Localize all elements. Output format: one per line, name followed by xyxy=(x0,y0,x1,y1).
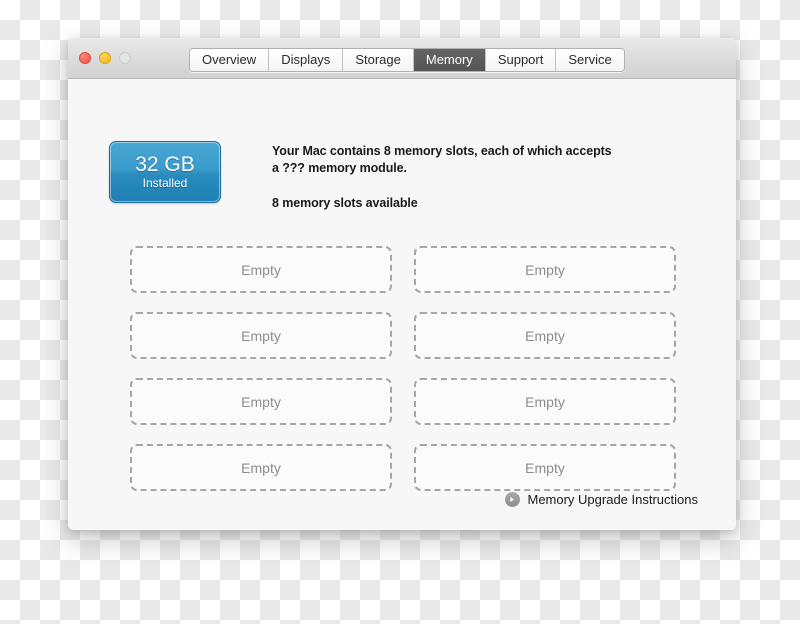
memory-slot-label: Empty xyxy=(525,393,565,410)
tab-memory[interactable]: Memory xyxy=(412,49,485,71)
zoom-button xyxy=(119,52,131,64)
tab-displays[interactable]: Displays xyxy=(268,49,343,71)
memory-slot[interactable]: Empty xyxy=(414,444,676,491)
tab-service[interactable]: Service xyxy=(555,49,624,71)
tab-overview[interactable]: Overview xyxy=(190,49,269,71)
memory-slot[interactable]: Empty xyxy=(130,444,392,491)
memory-description-line1: Your Mac contains 8 memory slots, each o… xyxy=(272,144,612,158)
close-button[interactable] xyxy=(79,52,91,64)
memory-slot-label: Empty xyxy=(241,393,281,410)
memory-pane: 32 GB Installed Your Mac contains 8 memo… xyxy=(68,79,736,529)
tab-support[interactable]: Support xyxy=(484,49,556,71)
arrow-right-circle-icon xyxy=(505,492,521,507)
memory-slot[interactable]: Empty xyxy=(414,312,676,359)
memory-slot[interactable]: Empty xyxy=(130,246,392,293)
traffic-light-controls xyxy=(79,52,131,64)
memory-slot-label: Empty xyxy=(241,459,281,476)
memory-installed-badge: 32 GB Installed xyxy=(109,141,221,203)
tab-storage[interactable]: Storage xyxy=(342,49,413,71)
memory-upgrade-instructions-link[interactable]: Memory Upgrade Instructions xyxy=(505,492,698,507)
memory-amount-label: 32 GB xyxy=(135,153,195,176)
tab-segmented-control[interactable]: Overview Displays Storage Memory Support… xyxy=(189,48,625,72)
memory-slot[interactable]: Empty xyxy=(414,246,676,293)
memory-description: Your Mac contains 8 memory slots, each o… xyxy=(272,143,672,212)
memory-slot-label: Empty xyxy=(525,327,565,344)
memory-state-label: Installed xyxy=(142,176,188,190)
memory-slot[interactable]: Empty xyxy=(130,378,392,425)
memory-upgrade-instructions-label: Memory Upgrade Instructions xyxy=(527,492,698,507)
system-information-window: Overview Displays Storage Memory Support… xyxy=(68,38,736,530)
memory-description-line2: a ??? memory module. xyxy=(272,161,407,175)
minimize-button[interactable] xyxy=(99,52,111,64)
memory-slot-label: Empty xyxy=(241,327,281,344)
memory-slot[interactable]: Empty xyxy=(414,378,676,425)
memory-slots-available-label: 8 memory slots available xyxy=(272,196,418,210)
memory-slot-label: Empty xyxy=(525,459,565,476)
memory-slot[interactable]: Empty xyxy=(130,312,392,359)
memory-slot-label: Empty xyxy=(241,261,281,278)
memory-slot-label: Empty xyxy=(525,261,565,278)
memory-slot-grid: Empty Empty Empty Empty Empty Empty Empt… xyxy=(130,246,676,491)
window-titlebar: Overview Displays Storage Memory Support… xyxy=(68,38,736,79)
